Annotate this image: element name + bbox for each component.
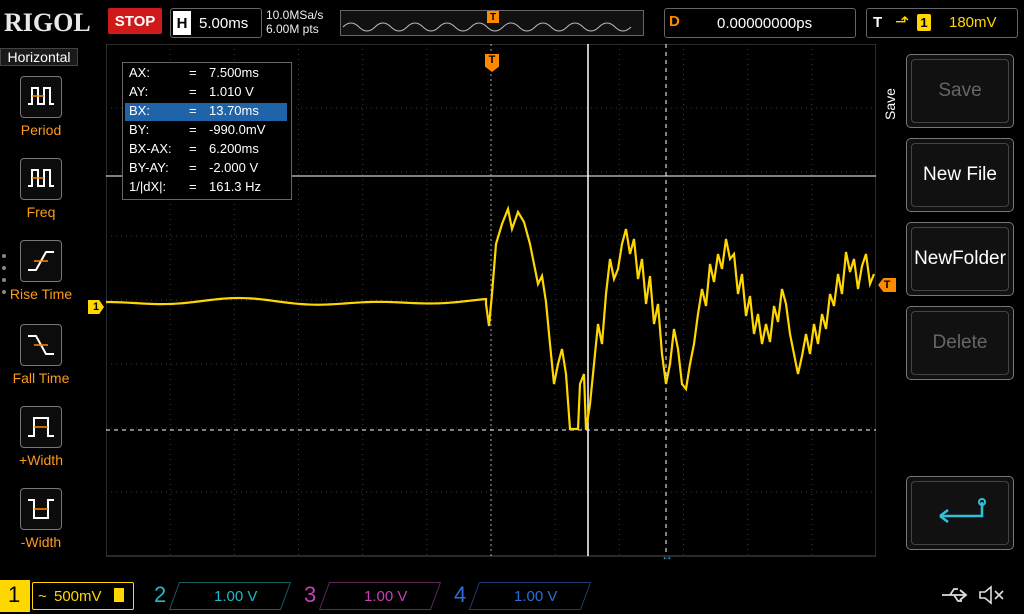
cursor-readout-row: AY: = 1.010 V	[125, 84, 287, 102]
cursor-bx-arrow-icon: ↔	[661, 549, 673, 563]
trigger-label: T	[873, 14, 883, 31]
sample-rate: 10.0MSa/s	[266, 8, 324, 22]
measure-rise-time[interactable]: Rise Time	[6, 240, 76, 302]
channel1-coupling: ~	[38, 588, 47, 605]
cursor-readout-value: -990.0mV	[209, 122, 266, 137]
measure-negative-width[interactable]: -Width	[6, 488, 76, 550]
cursor-readout-key: 1/|dX|:	[129, 179, 167, 194]
run-stop-status[interactable]: STOP	[108, 8, 162, 34]
cursor-readout-equals: =	[189, 122, 197, 137]
cursor-readout-key: BY-AY:	[129, 160, 169, 175]
positive-width-label: +Width	[19, 452, 63, 468]
channel1-scale: 500mV	[54, 588, 102, 605]
measure-fall-time[interactable]: Fall Time	[6, 324, 76, 386]
measure-positive-width[interactable]: +Width	[6, 406, 76, 468]
measure-frequency[interactable]: Freq	[6, 158, 76, 220]
channel4-status[interactable]: 4 1.00 V	[448, 580, 592, 612]
cursor-readout-equals: =	[189, 141, 197, 156]
cursor-readout-row: BY-AY: = -2.000 V	[125, 160, 287, 178]
memory-depth: 6.00M pts	[266, 22, 319, 36]
cursor-readout-key: BX:	[129, 103, 150, 118]
channel2-status[interactable]: 2 1.00 V	[148, 580, 292, 612]
cursor-readout-equals: =	[189, 103, 197, 118]
period-label: Period	[20, 122, 62, 138]
return-button[interactable]	[906, 476, 1014, 550]
delay-label: D	[669, 13, 680, 30]
save-menu-title: Save	[880, 80, 900, 160]
rise-time-label: Rise Time	[9, 286, 73, 302]
frequency-label: Freq	[26, 204, 56, 220]
negative-width-label: -Width	[20, 534, 62, 550]
delay-value: 0.00000000ps	[717, 15, 813, 32]
cursor-readout-panel: AX: = 7.500ms AY: = 1.010 V BX: = 13.70ms BY: = -99…	[122, 62, 292, 200]
memory-position-bar[interactable]: T	[340, 10, 644, 36]
cursor-readout-value: 7.500ms	[209, 65, 259, 80]
cursor-readout-row: BX: = 13.70ms	[125, 103, 287, 121]
rise-time-icon	[20, 240, 62, 282]
channel4-number: 4	[454, 582, 467, 607]
cursor-readout-value: -2.000 V	[209, 160, 259, 175]
fall-time-icon	[20, 324, 62, 366]
speaker-muted-icon[interactable]	[978, 584, 1006, 606]
cursor-readout-equals: =	[189, 179, 197, 194]
fall-time-label: Fall Time	[12, 370, 70, 386]
channel2-scale: 1.00 V	[214, 588, 258, 605]
cursor-readout-equals: =	[189, 65, 197, 80]
left-menu-title: Horizontal	[0, 48, 78, 66]
channel3-number: 3	[304, 582, 317, 607]
usb-icon	[940, 584, 970, 606]
cursor-readout-equals: =	[189, 160, 197, 175]
horizontal-label: H	[173, 11, 191, 35]
delete-button[interactable]: Delete	[906, 306, 1014, 380]
horizontal-scale-box[interactable]: H 5.00ms	[170, 8, 262, 38]
cursor-readout-value: 6.200ms	[209, 141, 259, 156]
trigger-box[interactable]: T ⬏ 1 180mV	[866, 8, 1018, 38]
cursor-readout-row: BY: = -990.0mV	[125, 122, 287, 140]
new-file-button[interactable]: New File	[906, 138, 1014, 212]
positive-width-icon	[20, 406, 62, 448]
cursor-readout-key: AX:	[129, 65, 150, 80]
cursor-readout-row: AX: = 7.500ms	[125, 65, 287, 83]
channel3-status[interactable]: 3 1.00 V	[298, 580, 442, 612]
delay-box[interactable]: D 0.00000000ps	[664, 8, 856, 38]
cursor-readout-key: BX-AX:	[129, 141, 172, 156]
channel1-bw-icon	[114, 588, 124, 602]
channel1-status[interactable]: 1 ~ 500mV	[0, 580, 140, 612]
cursor-readout-equals: =	[189, 84, 197, 99]
frequency-icon	[20, 158, 62, 200]
rigol-logo: RIGOL	[4, 8, 91, 37]
measure-period[interactable]: Period	[6, 76, 76, 138]
horizontal-scale-value: 5.00ms	[199, 14, 249, 32]
new-folder-button[interactable]: NewFolder	[906, 222, 1014, 296]
rising-edge-icon: ⬏	[895, 12, 910, 31]
sample-info: 10.0MSa/s 6.00M pts	[266, 8, 323, 36]
channel1-number: 1	[8, 582, 21, 607]
cursor-readout-value: 1.010 V	[209, 84, 254, 99]
cursor-readout-key: BY:	[129, 122, 150, 137]
channel2-number: 2	[154, 582, 167, 607]
channel3-scale: 1.00 V	[364, 588, 408, 605]
cursor-readout-value: 161.3 Hz	[209, 179, 262, 194]
trigger-level: 180mV	[949, 14, 997, 31]
negative-width-icon	[20, 488, 62, 530]
channel4-scale: 1.00 V	[514, 588, 558, 605]
cursor-readout-row: BX-AX: = 6.200ms	[125, 141, 287, 159]
trigger-source-badge: 1	[917, 14, 931, 31]
period-icon	[20, 76, 62, 118]
memory-trigger-marker: T	[487, 11, 499, 23]
cursor-readout-value: 13.70ms	[209, 103, 259, 118]
save-menu-title-label: Save	[882, 88, 898, 120]
cursor-readout-row: 1/|dX|: = 161.3 Hz	[125, 179, 287, 197]
save-button[interactable]: Save	[906, 54, 1014, 128]
cursor-readout-key: AY:	[129, 84, 149, 99]
